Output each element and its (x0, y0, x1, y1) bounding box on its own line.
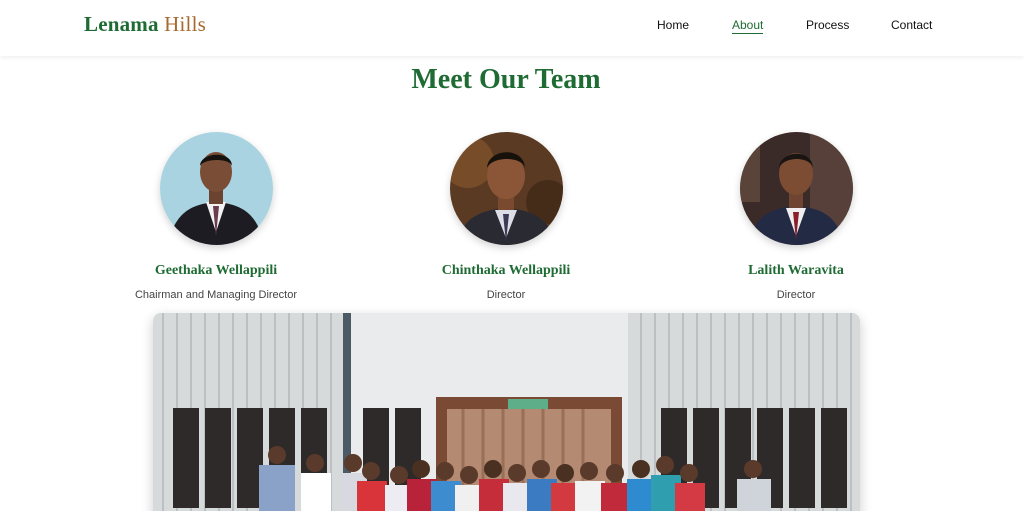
member-name: Chinthaka Wellappili (441, 263, 571, 278)
member-name: Geethaka Wellappili (154, 263, 278, 278)
team-member-card: Geethaka Wellappili Chairman and Managin… (96, 132, 336, 301)
member-role: Director (776, 289, 816, 301)
main-nav: Home About Process Contact (0, 18, 1024, 38)
member-role: Director (486, 289, 526, 301)
team-group-photo (153, 313, 860, 511)
member-photo (739, 132, 853, 245)
team-member-card: Chinthaka Wellappili Director (386, 132, 626, 301)
member-role: Chairman and Managing Director (134, 289, 298, 301)
member-photo (159, 132, 273, 245)
nav-link-home[interactable]: Home (657, 18, 689, 32)
team-member-card: Lalith Waravita Director (676, 132, 916, 301)
nav-link-about[interactable]: About (732, 18, 764, 34)
navbar: Lenama Hills Home About Process Contact (0, 0, 1024, 56)
nav-link-contact[interactable]: Contact (891, 18, 932, 32)
nav-link-process[interactable]: Process (806, 18, 849, 32)
member-name: Lalith Waravita (748, 263, 844, 278)
member-photo (449, 132, 563, 245)
team-section-title: Meet Our Team (411, 64, 601, 95)
